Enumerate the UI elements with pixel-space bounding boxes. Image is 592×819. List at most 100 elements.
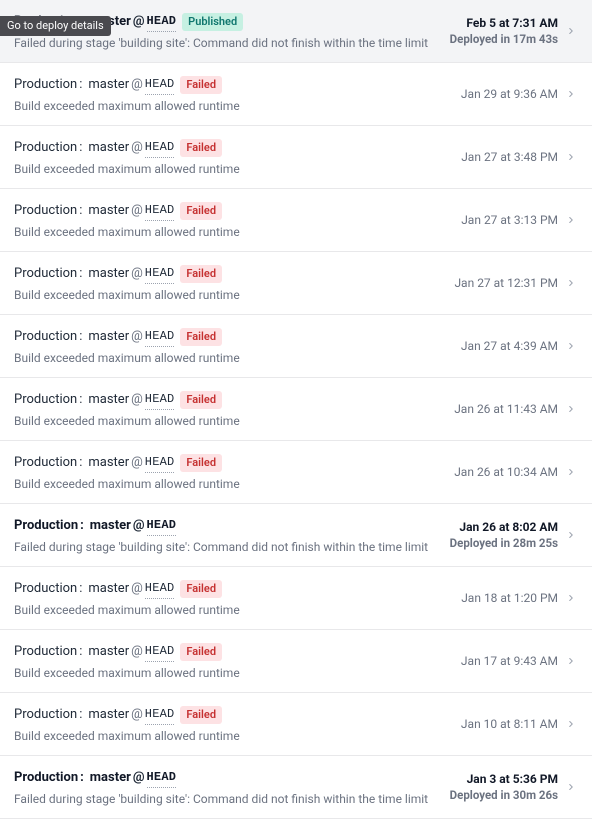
deploy-row[interactable]: Production:master@HEADFailedBuild exceed… [0, 126, 592, 189]
deploy-message: Build exceeded maximum allowed runtime [14, 99, 461, 113]
status-badge: Failed [180, 580, 222, 598]
deploy-timestamp: Jan 3 at 5:36 PM [450, 772, 558, 786]
chevron-right-icon [566, 89, 576, 99]
deploy-timestamp: Jan 18 at 1:20 PM [461, 591, 558, 605]
deploy-branch: master [88, 454, 129, 472]
chevron-right-icon [566, 467, 576, 477]
deploy-row[interactable]: Production:master@HEADFailedBuild exceed… [0, 693, 592, 756]
chevron-right-icon [566, 215, 576, 225]
deploy-branch: master [88, 202, 129, 220]
deploy-message: Failed during stage 'building site': Com… [14, 36, 450, 50]
deploy-duration: Deployed in 28m 25s [450, 536, 558, 550]
status-badge: Failed [180, 265, 222, 283]
status-badge: Published [182, 13, 243, 31]
deploy-message: Build exceeded maximum allowed runtime [14, 477, 454, 491]
deploy-row[interactable]: Production:master@HEADFailedBuild exceed… [0, 378, 592, 441]
deploy-ref: HEAD [147, 12, 177, 32]
deploy-message: Build exceeded maximum allowed runtime [14, 729, 461, 743]
deploy-timestamp: Feb 5 at 7:31 AM [450, 16, 558, 30]
deploy-timestamp: Jan 29 at 9:36 AM [461, 87, 558, 101]
deploy-branch: master [88, 265, 129, 283]
deploy-environment: Production [14, 517, 78, 535]
deploy-environment: Production [14, 643, 77, 661]
deploy-message: Build exceeded maximum allowed runtime [14, 351, 461, 365]
deploy-timestamp: Jan 26 at 11:43 AM [454, 402, 558, 416]
deploy-branch: master [90, 517, 131, 535]
deploy-row[interactable]: Production:master@HEADFailedBuild exceed… [0, 63, 592, 126]
deploy-branch: master [88, 706, 129, 724]
deploy-row[interactable]: Production:master@HEADFailed during stag… [0, 756, 592, 819]
chevron-right-icon [566, 719, 576, 729]
deploy-details-tooltip: Go to deploy details [0, 16, 111, 36]
deploy-message: Build exceeded maximum allowed runtime [14, 603, 461, 617]
deploy-environment: Production [14, 769, 78, 787]
deploy-environment: Production [14, 706, 77, 724]
deploy-ref: HEAD [145, 453, 175, 473]
deploy-row[interactable]: Production:master@HEADFailedBuild exceed… [0, 441, 592, 504]
status-badge: Failed [180, 328, 222, 346]
deploy-branch: master [88, 643, 129, 661]
deploy-ref: HEAD [145, 201, 175, 221]
status-badge: Failed [180, 202, 222, 220]
deploy-timestamp: Jan 10 at 8:11 AM [461, 717, 558, 731]
deploy-environment: Production [14, 391, 77, 409]
deploy-branch: master [90, 769, 131, 787]
deploy-branch: master [88, 328, 129, 346]
status-badge: Failed [180, 643, 222, 661]
deploy-row[interactable]: Production:master@HEADFailedBuild exceed… [0, 189, 592, 252]
deploy-timestamp: Jan 27 at 3:48 PM [461, 150, 558, 164]
deploy-timestamp: Jan 27 at 3:13 PM [461, 213, 558, 227]
deploy-message: Failed during stage 'building site': Com… [14, 792, 450, 806]
deploy-timestamp: Jan 17 at 9:43 AM [461, 654, 558, 668]
deploy-environment: Production [14, 202, 77, 220]
deploy-message: Build exceeded maximum allowed runtime [14, 288, 454, 302]
deploy-timestamp: Jan 27 at 12:31 PM [454, 276, 558, 290]
status-badge: Failed [180, 76, 222, 94]
chevron-right-icon [566, 782, 576, 792]
status-badge: Failed [180, 139, 222, 157]
deploy-environment: Production [14, 265, 77, 283]
deploy-branch: master [88, 76, 129, 94]
deploy-ref: HEAD [145, 705, 175, 725]
deploy-ref: HEAD [145, 264, 175, 284]
chevron-right-icon [566, 530, 576, 540]
deploy-row[interactable]: Production:master@HEADFailed during stag… [0, 504, 592, 567]
deploy-row[interactable]: Production:master@HEADFailedBuild exceed… [0, 315, 592, 378]
chevron-right-icon [566, 152, 576, 162]
deploy-ref: HEAD [145, 579, 175, 599]
deploy-environment: Production [14, 76, 77, 94]
deploy-row[interactable]: Production:master@HEADFailedBuild exceed… [0, 252, 592, 315]
deploy-ref: HEAD [147, 516, 177, 536]
deploy-branch: master [88, 391, 129, 409]
deploy-ref: HEAD [147, 768, 177, 788]
deploy-ref: HEAD [145, 327, 175, 347]
chevron-right-icon [566, 593, 576, 603]
deploy-timestamp: Jan 26 at 10:34 AM [454, 465, 558, 479]
deploy-duration: Deployed in 30m 26s [450, 788, 558, 802]
deploy-message: Build exceeded maximum allowed runtime [14, 414, 454, 428]
chevron-right-icon [566, 278, 576, 288]
status-badge: Failed [180, 454, 222, 472]
deploy-environment: Production [14, 454, 77, 472]
chevron-right-icon [566, 26, 576, 36]
deploy-environment: Production [14, 580, 77, 598]
chevron-right-icon [566, 404, 576, 414]
deploy-ref: HEAD [145, 138, 175, 158]
deploy-list: Go to deploy details Production:master@HE… [0, 0, 592, 819]
deploy-ref: HEAD [145, 390, 175, 410]
status-badge: Failed [180, 391, 222, 409]
deploy-row[interactable]: Production:master@HEADFailedBuild exceed… [0, 630, 592, 693]
deploy-duration: Deployed in 17m 43s [450, 32, 558, 46]
deploy-ref: HEAD [145, 642, 175, 662]
deploy-row[interactable]: Production:master@HEADFailedBuild exceed… [0, 567, 592, 630]
deploy-message: Failed during stage 'building site': Com… [14, 540, 450, 554]
deploy-environment: Production [14, 328, 77, 346]
deploy-environment: Production [14, 139, 77, 157]
deploy-ref: HEAD [145, 75, 175, 95]
chevron-right-icon [566, 656, 576, 666]
deploy-timestamp: Jan 26 at 8:02 AM [450, 520, 558, 534]
chevron-right-icon [566, 341, 576, 351]
deploy-message: Build exceeded maximum allowed runtime [14, 225, 461, 239]
deploy-timestamp: Jan 27 at 4:39 AM [461, 339, 558, 353]
deploy-message: Build exceeded maximum allowed runtime [14, 666, 461, 680]
